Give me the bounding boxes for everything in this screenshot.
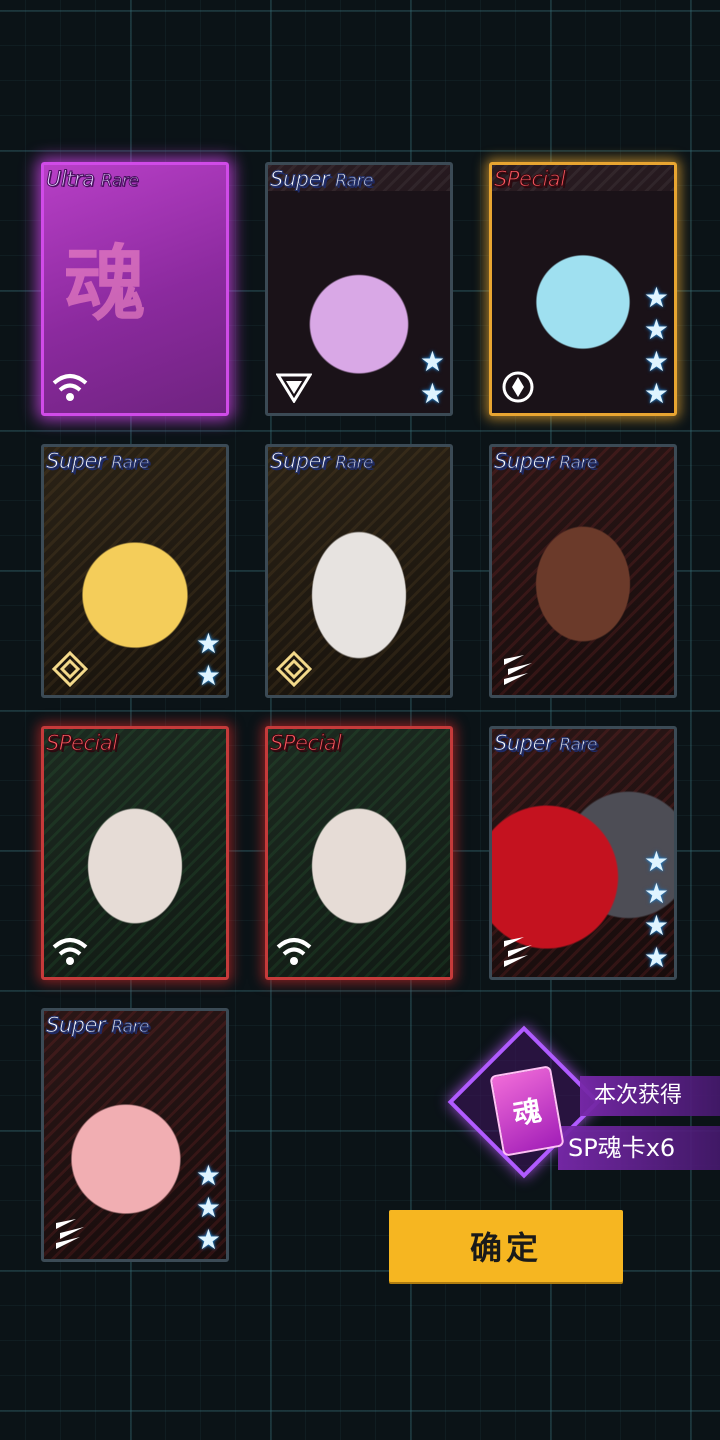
- rarity-label: Super Rare: [493, 731, 597, 756]
- star-icon: ★: [643, 281, 669, 314]
- ring-icon: [498, 367, 538, 407]
- star-icon: ★: [195, 627, 221, 660]
- slash-icon: [50, 1213, 90, 1253]
- rarity-label: SPecial: [270, 731, 343, 756]
- diamond-icon: [274, 649, 314, 689]
- star-icon: ★: [195, 659, 221, 692]
- rarity-label: Super Rare: [493, 449, 597, 474]
- star-icon: ★: [643, 377, 669, 410]
- star-icon: ★: [643, 877, 669, 910]
- slash-icon: [498, 649, 538, 689]
- star-icon: ★: [195, 1191, 221, 1224]
- star-icon: ★: [643, 845, 669, 878]
- reward-amount: SP魂卡x6: [558, 1126, 720, 1170]
- card-8[interactable]: SPecial: [265, 726, 453, 980]
- wifi-icon: [274, 931, 314, 971]
- wifi-icon: [50, 367, 90, 407]
- card-2[interactable]: Super Rare ★ ★: [265, 162, 453, 416]
- star-icon: ★: [195, 1223, 221, 1256]
- card-9[interactable]: Super Rare ★ ★ ★ ★: [489, 726, 677, 980]
- card-7[interactable]: SPecial: [41, 726, 229, 980]
- rarity-label: SPecial: [46, 731, 119, 756]
- wifi-icon: [50, 931, 90, 971]
- star-rating: ★ ★ ★ ★: [644, 283, 669, 409]
- star-rating: ★ ★ ★: [196, 1161, 221, 1255]
- rarity-label: Ultra Rare: [45, 167, 139, 192]
- rarity-label: Super Rare: [45, 449, 149, 474]
- star-rating: ★ ★: [196, 629, 221, 691]
- rarity-label: Super Rare: [45, 1013, 149, 1038]
- reward-label: 本次获得: [580, 1076, 720, 1116]
- confirm-button[interactable]: 确定: [389, 1210, 623, 1282]
- slash-icon: [498, 931, 538, 971]
- card-6[interactable]: Super Rare: [489, 444, 677, 698]
- star-icon: ★: [195, 1159, 221, 1192]
- star-icon: ★: [643, 313, 669, 346]
- star-rating: ★ ★ ★ ★: [644, 847, 669, 973]
- diamond-icon: [50, 649, 90, 689]
- reward-summary: 本次获得 SP魂卡x6 魂: [447, 1025, 720, 1179]
- card-5[interactable]: Super Rare: [265, 444, 453, 698]
- card-10[interactable]: Super Rare ★ ★ ★: [41, 1008, 229, 1262]
- star-icon: ★: [643, 941, 669, 974]
- card-4[interactable]: Super Rare ★ ★: [41, 444, 229, 698]
- star-rating: ★ ★: [420, 347, 445, 409]
- rarity-label: SPecial: [494, 167, 567, 192]
- card-1[interactable]: 魂 Ultra Rare: [41, 162, 229, 416]
- star-icon: ★: [643, 345, 669, 378]
- rarity-label: Super Rare: [269, 167, 373, 192]
- triangle-icon: [274, 367, 314, 407]
- card-3[interactable]: SPecial ★ ★ ★ ★: [489, 162, 677, 416]
- star-icon: ★: [643, 909, 669, 942]
- soul-glyph: 魂: [64, 237, 147, 332]
- star-icon: ★: [419, 377, 445, 410]
- rarity-label: Super Rare: [269, 449, 373, 474]
- star-icon: ★: [419, 345, 445, 378]
